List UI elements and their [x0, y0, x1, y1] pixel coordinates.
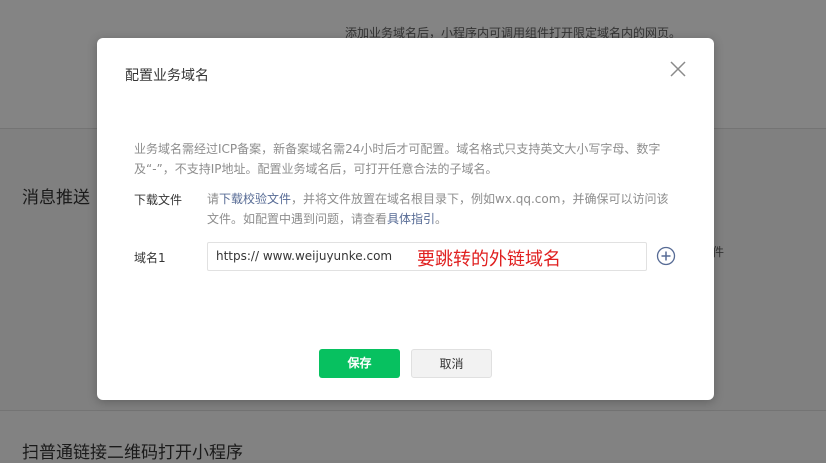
- configure-domain-dialog: 配置业务域名 业务域名需经过ICP备案，新备案域名需24小时后才可配置。域名格式…: [97, 38, 714, 400]
- download-text-after: 。: [435, 212, 448, 226]
- section-title-message-push: 消息推送: [22, 188, 90, 208]
- dialog-title: 配置业务域名: [125, 68, 209, 84]
- plus-circle-icon[interactable]: [656, 246, 676, 266]
- section-title-qrcode: 扫普通链接二维码打开小程序: [22, 443, 243, 463]
- guide-link[interactable]: 具体指引: [387, 212, 435, 226]
- download-file-label: 下载文件: [134, 193, 183, 207]
- domain-description: 业务域名需经过ICP备案，新备案域名需24小时后才可配置。域名格式只支持英文大小…: [134, 142, 661, 176]
- download-verify-file-link[interactable]: 下载校验文件: [219, 192, 291, 206]
- cancel-button[interactable]: 取消: [411, 349, 492, 378]
- domain-1-label: 域名1: [134, 251, 166, 265]
- close-icon[interactable]: [667, 58, 689, 80]
- domain-annotation: 要跳转的外链域名: [417, 249, 561, 270]
- save-button[interactable]: 保存: [319, 349, 400, 378]
- download-text-before: 请: [207, 192, 220, 206]
- download-instructions: 请下载校验文件，并将文件放置在域名根目录下，例如wx.qq.com，并确保可以访…: [207, 189, 677, 229]
